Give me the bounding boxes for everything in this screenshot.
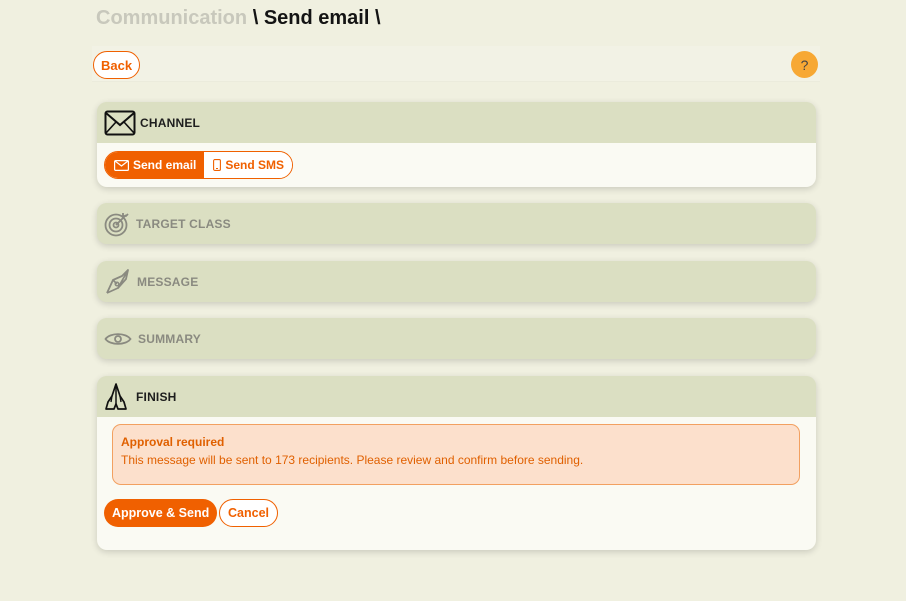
finish-section-title: FINISH	[136, 389, 177, 404]
envelope-icon	[114, 159, 129, 171]
send-email-label: Send email	[133, 158, 197, 172]
finish-section: FINISH Approval required This message wi…	[97, 376, 816, 550]
back-button[interactable]: Back	[93, 51, 141, 79]
target-class-section: TARGET CLASS	[97, 203, 816, 244]
help-button[interactable]: ?	[791, 51, 818, 78]
approval-alert-title: Approval required	[121, 435, 225, 449]
finish-section-body: Approval required This message will be s…	[97, 417, 816, 550]
message-section: MESSAGE	[97, 261, 816, 302]
channel-section: CHANNEL Send email Send SMS	[97, 102, 816, 187]
approval-alert-text: This message will be sent to 173 recipie…	[121, 453, 584, 467]
channel-toggle: Send email Send SMS	[104, 151, 294, 179]
summary-section: SUMMARY	[97, 318, 816, 359]
breadcrumb-separator: \	[252, 7, 259, 29]
summary-section-title: SUMMARY	[138, 331, 201, 346]
send-sms-option[interactable]: Send SMS	[204, 152, 293, 178]
target-icon	[104, 207, 134, 241]
envelope-icon	[104, 106, 138, 140]
summary-section-header[interactable]: SUMMARY	[97, 318, 816, 359]
eye-icon	[104, 322, 136, 356]
pen-nib-icon	[104, 265, 135, 299]
channel-section-header[interactable]: CHANNEL	[97, 102, 816, 143]
send-email-option[interactable]: Send email	[105, 152, 205, 178]
channel-section-title: CHANNEL	[140, 115, 201, 130]
phone-icon	[213, 159, 222, 171]
channel-section-body: Send email Send SMS	[97, 143, 816, 187]
finish-section-header[interactable]: FINISH	[97, 376, 816, 417]
breadcrumb-separator-trailing: \	[374, 7, 381, 29]
toolbar: Back ?	[92, 46, 820, 82]
approval-alert: Approval required This message will be s…	[112, 424, 800, 485]
page: Communication \ Send email \ Back ? CHAN…	[0, 0, 906, 601]
praying-hands-icon	[104, 380, 134, 414]
breadcrumb: Communication \ Send email \	[96, 7, 381, 30]
message-section-title: MESSAGE	[137, 274, 199, 289]
message-section-header[interactable]: MESSAGE	[97, 261, 816, 302]
breadcrumb-current: Send email	[263, 7, 370, 29]
target-class-section-title: TARGET CLASS	[136, 216, 231, 231]
cancel-button[interactable]: Cancel	[219, 499, 278, 527]
send-sms-label: Send SMS	[225, 158, 285, 172]
target-class-section-header[interactable]: TARGET CLASS	[97, 203, 816, 244]
approve-send-button[interactable]: Approve & Send	[104, 499, 218, 527]
breadcrumb-parent[interactable]: Communication	[96, 7, 247, 29]
